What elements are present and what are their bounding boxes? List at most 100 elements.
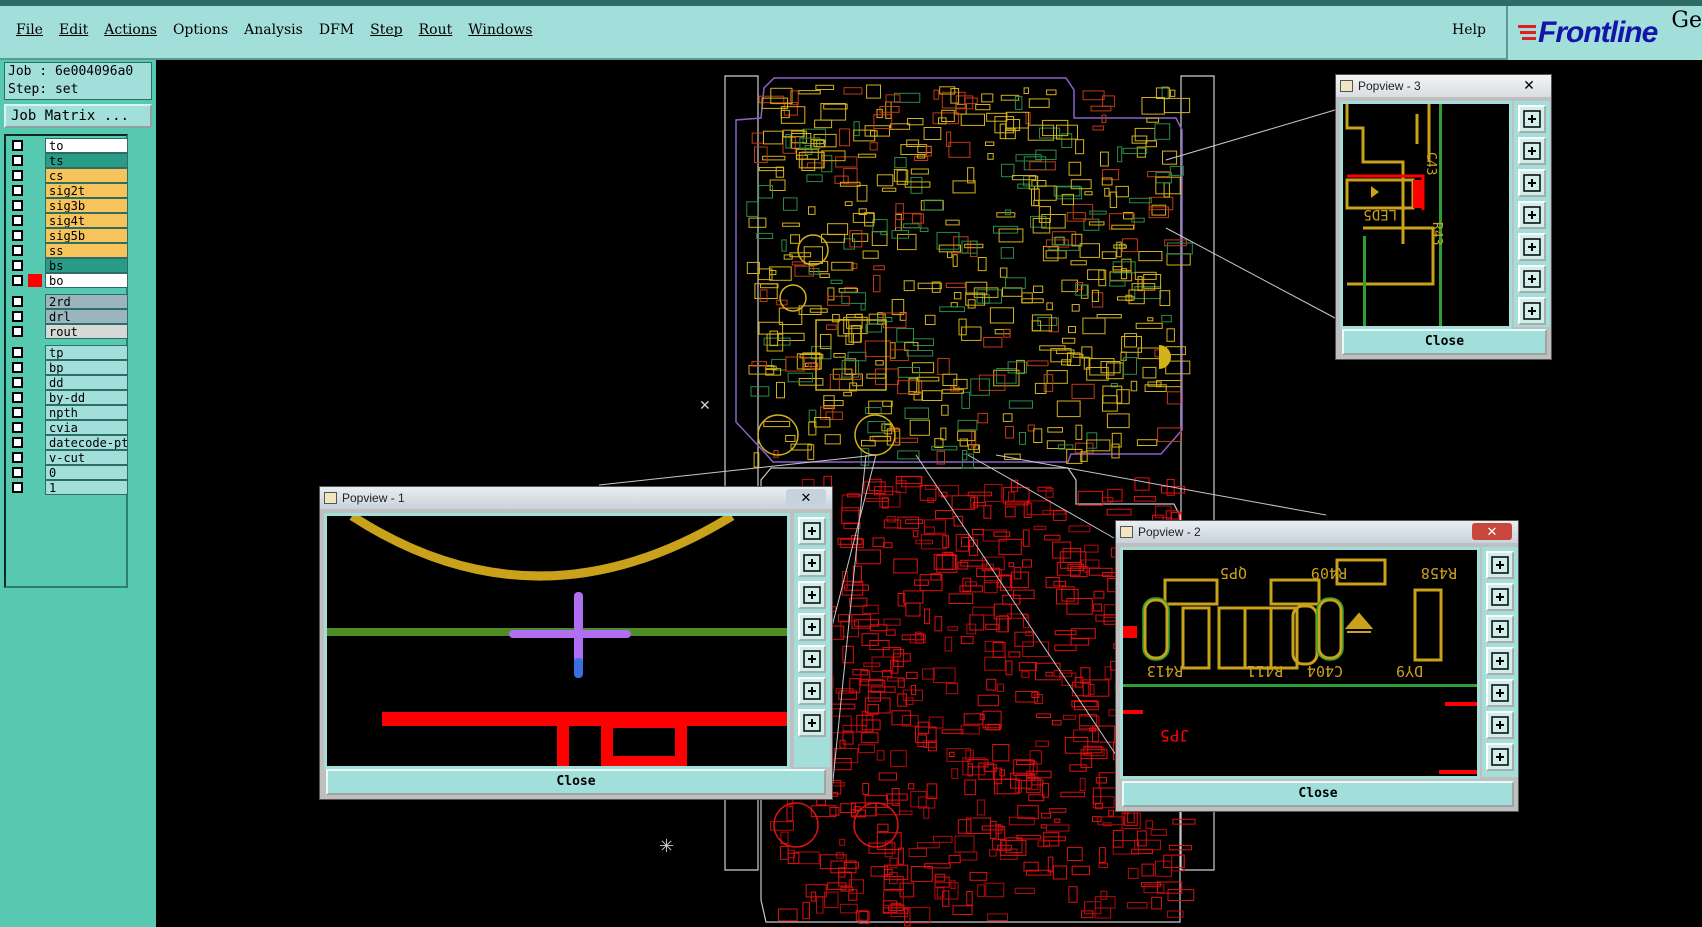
popview-2-viewport[interactable]: R458 R409 QP5 R413 R411 C404 DY9 JP5 xyxy=(1120,547,1480,779)
layer-name[interactable]: sig2t xyxy=(45,183,128,198)
layer-name[interactable]: rout xyxy=(45,324,128,339)
layer-row-0[interactable]: 0 xyxy=(8,465,128,480)
menu-dfm[interactable]: DFM xyxy=(311,20,362,40)
pan-right-icon[interactable] xyxy=(1518,233,1546,261)
layer-row-sig4t[interactable]: sig4t xyxy=(8,213,128,228)
menu-file[interactable]: File xyxy=(8,20,51,40)
zoom-in-icon[interactable] xyxy=(1518,265,1546,293)
layer-row-by-dd[interactable]: by-dd xyxy=(8,390,128,405)
layer-row-v-cut[interactable]: v-cut xyxy=(8,450,128,465)
layer-row-drl[interactable]: drl xyxy=(8,309,128,324)
job-matrix-button[interactable]: Job Matrix ... xyxy=(4,104,152,128)
layer-name[interactable]: tp xyxy=(45,345,128,360)
layer-color-swatch[interactable] xyxy=(28,244,42,257)
layer-name[interactable]: bo xyxy=(45,273,128,288)
layer-color-swatch[interactable] xyxy=(28,199,42,212)
layer-row-bp[interactable]: bp xyxy=(8,360,128,375)
layer-color-swatch[interactable] xyxy=(28,214,42,227)
layer-checkbox[interactable] xyxy=(12,467,23,478)
layer-checkbox[interactable] xyxy=(12,275,23,286)
layer-color-swatch[interactable] xyxy=(28,391,42,404)
layer-checkbox[interactable] xyxy=(12,260,23,271)
zoom-in-icon[interactable] xyxy=(1486,711,1514,739)
layer-checkbox[interactable] xyxy=(12,347,23,358)
layer-checkbox[interactable] xyxy=(12,362,23,373)
layer-name[interactable]: sig3b xyxy=(45,198,128,213)
menu-rout[interactable]: Rout xyxy=(411,20,461,40)
layer-name[interactable]: datecode-pt xyxy=(45,435,128,450)
layer-color-swatch[interactable] xyxy=(28,295,42,308)
graphics-canvas[interactable]: ✕ ✳ Popview - 1 ✕ Close Popview - 2 ✕ R4… xyxy=(156,60,1702,927)
layer-color-swatch[interactable] xyxy=(28,154,42,167)
layer-checkbox[interactable] xyxy=(12,296,23,307)
layer-color-swatch[interactable] xyxy=(28,274,42,287)
move-icon[interactable] xyxy=(798,709,826,737)
layer-name[interactable]: npth xyxy=(45,405,128,420)
layer-color-swatch[interactable] xyxy=(28,259,42,272)
pan-left-icon[interactable] xyxy=(1486,647,1514,675)
popview-3-close-button[interactable]: Close xyxy=(1342,329,1547,355)
layer-name[interactable]: by-dd xyxy=(45,390,128,405)
pan-up-icon[interactable] xyxy=(1486,583,1514,611)
layer-color-swatch[interactable] xyxy=(28,451,42,464)
layer-checkbox[interactable] xyxy=(12,482,23,493)
zoom-fit-icon[interactable] xyxy=(798,517,826,545)
pan-up-icon[interactable] xyxy=(1518,137,1546,165)
menu-step[interactable]: Step xyxy=(362,20,410,40)
layer-name[interactable]: 0 xyxy=(45,465,128,480)
layer-checkbox[interactable] xyxy=(12,155,23,166)
pan-up-icon[interactable] xyxy=(798,549,826,577)
popview-1-close-button[interactable]: Close xyxy=(326,769,826,795)
layer-row-ts[interactable]: ts xyxy=(8,153,128,168)
layer-color-swatch[interactable] xyxy=(28,406,42,419)
menu-windows[interactable]: Windows xyxy=(460,20,540,40)
layer-checkbox[interactable] xyxy=(12,185,23,196)
layer-name[interactable]: bp xyxy=(45,360,128,375)
layer-checkbox[interactable] xyxy=(12,230,23,241)
layer-name[interactable]: cs xyxy=(45,168,128,183)
layer-row-bs[interactable]: bs xyxy=(8,258,128,273)
pan-left-icon[interactable] xyxy=(1518,201,1546,229)
layer-name[interactable]: sig5b xyxy=(45,228,128,243)
layer-checkbox[interactable] xyxy=(12,170,23,181)
layer-color-swatch[interactable] xyxy=(28,169,42,182)
layer-row-sig3b[interactable]: sig3b xyxy=(8,198,128,213)
layer-checkbox[interactable] xyxy=(12,311,23,322)
layer-name[interactable]: 1 xyxy=(45,480,128,495)
layer-name[interactable]: bs xyxy=(45,258,128,273)
pan-right-icon[interactable] xyxy=(798,645,826,673)
pan-right-icon[interactable] xyxy=(1486,679,1514,707)
layer-row-dd[interactable]: dd xyxy=(8,375,128,390)
layer-name[interactable]: ts xyxy=(45,153,128,168)
popview-2-close-button[interactable]: Close xyxy=(1122,781,1514,807)
layer-row-cs[interactable]: cs xyxy=(8,168,128,183)
menu-options[interactable]: Options xyxy=(165,20,236,40)
move-icon[interactable] xyxy=(1486,743,1514,771)
layer-row-npth[interactable]: npth xyxy=(8,405,128,420)
layer-row-to[interactable]: to xyxy=(8,138,128,153)
pan-down-icon[interactable] xyxy=(1486,615,1514,643)
layer-color-swatch[interactable] xyxy=(28,139,42,152)
layer-color-swatch[interactable] xyxy=(28,376,42,389)
layer-color-swatch[interactable] xyxy=(28,346,42,359)
layer-checkbox[interactable] xyxy=(12,215,23,226)
close-icon[interactable]: ✕ xyxy=(1509,77,1549,94)
layer-row-datecode-pt[interactable]: datecode-pt xyxy=(8,435,128,450)
menu-analysis[interactable]: Analysis xyxy=(236,20,311,40)
layer-color-swatch[interactable] xyxy=(28,310,42,323)
pan-down-icon[interactable] xyxy=(1518,169,1546,197)
layer-color-swatch[interactable] xyxy=(28,466,42,479)
layer-row-1[interactable]: 1 xyxy=(8,480,128,495)
layer-row-bo[interactable]: bo xyxy=(8,273,128,288)
pan-left-icon[interactable] xyxy=(798,613,826,641)
layer-row-ss[interactable]: ss xyxy=(8,243,128,258)
popview-1-titlebar[interactable]: Popview - 1 ✕ xyxy=(320,487,832,509)
layer-checkbox[interactable] xyxy=(12,452,23,463)
layer-checkbox[interactable] xyxy=(12,140,23,151)
menu-actions[interactable]: Actions xyxy=(96,20,165,40)
zoom-in-icon[interactable] xyxy=(798,677,826,705)
layer-name[interactable]: drl xyxy=(45,309,128,324)
menu-help[interactable]: Help xyxy=(1452,22,1486,38)
layer-row-cvia[interactable]: cvia xyxy=(8,420,128,435)
zoom-fit-icon[interactable] xyxy=(1518,105,1546,133)
